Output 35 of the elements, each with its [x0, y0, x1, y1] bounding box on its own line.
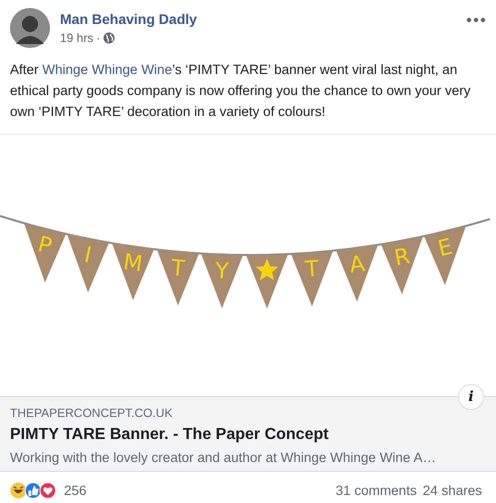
- pennant: [112, 243, 154, 300]
- post-text: After Whinge Whinge Wine’s ‘PIMTY TARE’ banner went viral last night, an ethical party goods company is now offering you the chance to own your very own ‘PIMTY TARE’ decoration in a variety of colours!: [9, 61, 472, 121]
- more-options-icon[interactable]: [466, 17, 486, 23]
- link-domain: THEPAPERCONCEPT.CO.UK: [10, 406, 174, 420]
- pennant: [157, 250, 199, 306]
- pennant-letter: T: [170, 256, 186, 282]
- pennant: [424, 226, 466, 285]
- pennant-letter: T: [304, 256, 320, 283]
- info-button[interactable]: i: [458, 384, 484, 410]
- comments-count[interactable]: 31 comments: [336, 483, 417, 498]
- reactions-count[interactable]: 256: [64, 483, 87, 498]
- star-icon: [256, 258, 278, 280]
- pennant-letter: A: [348, 252, 366, 278]
- pennant: [201, 254, 243, 308]
- mention-link[interactable]: Whinge Whinge Wine: [42, 62, 172, 77]
- pennant-letter: I: [82, 242, 94, 269]
- reactions-icon[interactable]: [10, 482, 58, 499]
- globe-icon[interactable]: [103, 32, 116, 44]
- link-description: Working with the lovely creator and author at Whinge Whinge Wine A…: [10, 450, 437, 465]
- pennant: [381, 236, 423, 294]
- pennant-letter: M: [122, 250, 144, 278]
- shares-count[interactable]: 24 shares: [422, 483, 482, 498]
- author-name[interactable]: Man Behaving Dadly: [60, 11, 197, 27]
- pennant-letter: P: [35, 232, 54, 260]
- pennant-letter: R: [392, 244, 412, 272]
- pennant: [67, 234, 109, 292]
- separator-dot: ·: [96, 31, 100, 45]
- pennant: [24, 223, 66, 282]
- link-title[interactable]: PIMTY TARE Banner. - The Paper Concept: [10, 426, 486, 444]
- avatar[interactable]: [10, 8, 50, 48]
- pennant-letter: E: [436, 234, 456, 262]
- pennant-letter: Y: [214, 259, 230, 284]
- post-time[interactable]: 19 hrs: [60, 31, 94, 45]
- pennant: [336, 244, 378, 302]
- pennant: [291, 250, 333, 306]
